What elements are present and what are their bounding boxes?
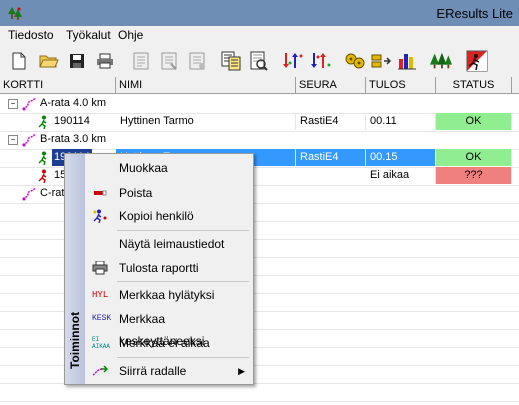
menu-item-siirra-radalle[interactable]: Siirrä radalle ▶ — [85, 360, 253, 382]
collapse-icon[interactable]: − — [8, 135, 18, 145]
collapse-icon[interactable]: − — [8, 99, 18, 109]
menu-item-merkkaa-keskeyttaneeksi[interactable]: KESK Merkkaa keskeyttäneeksi — [85, 308, 253, 348]
menu-separator — [117, 281, 249, 282]
menu-bar: Tiedosto Työkalut Ohje — [0, 26, 519, 44]
sort-icon[interactable] — [282, 50, 304, 72]
window-title: EResults Lite — [436, 6, 513, 21]
menu-item-muokkaa[interactable]: Muokkaa — [85, 157, 253, 179]
runner-icon[interactable] — [466, 50, 488, 72]
menu-item-merkkaa-ei-aikaa[interactable]: EI AIKAA Merkkaa ei aikaa — [85, 332, 253, 354]
cell-tulos[interactable]: 00.15 — [366, 149, 436, 166]
course-row-a[interactable]: − A-rata 4.0 km — [0, 95, 519, 114]
menu-item-nayta-leimaustiedot[interactable]: Näytä leimaustiedot — [85, 233, 253, 255]
menu-tiedosto[interactable]: Tiedosto — [8, 28, 54, 42]
copy-person-icon — [93, 209, 107, 223]
col-seura[interactable]: SEURA — [296, 77, 366, 93]
runner-ok-icon — [38, 115, 47, 129]
cell-nimi[interactable]: Hyttinen Tarmo — [116, 113, 296, 130]
cell-status[interactable]: OK — [436, 113, 512, 130]
runner-row[interactable]: 190114 Hyttinen Tarmo RastiE4 00.11 OK — [0, 113, 519, 132]
course-icon — [22, 97, 36, 111]
cell-status[interactable]: ??? — [436, 167, 512, 184]
menu-item-label: Merkkaa ei aikaa — [119, 336, 210, 350]
export-icon[interactable] — [158, 50, 180, 72]
col-tulos[interactable]: TULOS — [366, 77, 436, 93]
toolbar — [0, 44, 519, 78]
menu-tyokalut[interactable]: Työkalut — [66, 28, 111, 42]
col-nimi[interactable]: NIMI — [116, 77, 296, 93]
menu-separator — [117, 230, 249, 231]
menu-item-label: Muokkaa — [119, 161, 168, 175]
print-icon[interactable] — [94, 50, 116, 72]
open-icon[interactable] — [38, 50, 60, 72]
course-icon — [22, 133, 36, 147]
course-icon — [22, 187, 36, 201]
menu-item-label: Merkkaa hylätyksi — [119, 288, 215, 302]
title-bar[interactable]: EResults Lite — [0, 0, 519, 26]
printer-icon — [92, 261, 108, 275]
course-row-b[interactable]: − B-rata 3.0 km — [0, 131, 519, 150]
col-kortti[interactable]: KORTTI — [0, 77, 116, 93]
menu-item-label: Näytä leimaustiedot — [119, 237, 225, 251]
app-tree-icon — [8, 7, 22, 20]
ei-aikaa-icon: EI AIKAA — [92, 336, 111, 350]
menu-item-label: Siirrä radalle — [119, 364, 187, 378]
trees-icon[interactable] — [430, 50, 452, 72]
edit-icon[interactable] — [186, 50, 208, 72]
kesk-icon: KESK — [92, 314, 112, 323]
menu-item-label: Tulosta raportti — [119, 261, 199, 275]
bar-chart-icon[interactable] — [396, 50, 418, 72]
menu-item-kopioi[interactable]: Kopioi henkilö — [85, 205, 253, 227]
menu-item-merkkaa-hylatyksi[interactable]: HYL Merkkaa hylätyksi — [85, 284, 253, 306]
cell-tulos[interactable]: 00.11 — [366, 113, 436, 130]
cell-kortti: 190114 — [54, 115, 90, 127]
readout-icon[interactable] — [370, 50, 392, 72]
cell-seura[interactable]: RastiE4 — [296, 113, 366, 130]
empty-row — [0, 383, 519, 402]
course-label: A-rata 4.0 km — [40, 97, 107, 109]
menu-separator — [117, 357, 249, 358]
context-menu-sidebar: Toiminnot — [65, 154, 85, 384]
grid-header: KORTTI NIMI SEURA TULOS STATUS — [0, 77, 519, 94]
clock-icon[interactable] — [344, 50, 366, 72]
menu-item-label: Poista — [119, 186, 153, 200]
calculator-icon[interactable] — [220, 50, 242, 72]
col-status[interactable]: STATUS — [436, 77, 512, 93]
context-menu: Toiminnot Muokkaa Poista Kopioi henkilö … — [64, 153, 254, 385]
save-icon[interactable] — [66, 50, 88, 72]
context-menu-side-label: Toiminnot — [68, 311, 82, 369]
preview-icon[interactable] — [248, 50, 270, 72]
sort-down-icon[interactable] — [310, 50, 332, 72]
submenu-arrow-icon: ▶ — [238, 366, 245, 376]
import-icon[interactable] — [130, 50, 152, 72]
move-icon — [92, 365, 108, 376]
remove-icon — [94, 190, 107, 196]
runner-bad-icon — [38, 169, 47, 183]
course-label: B-rata 3.0 km — [40, 133, 107, 145]
runner-ok-icon — [38, 151, 47, 165]
hyl-icon: HYL — [92, 290, 109, 300]
menu-item-label: Kopioi henkilö — [119, 209, 194, 223]
app-window: EResults Lite Tiedosto Työkalut Ohje KOR… — [0, 0, 519, 405]
cell-tulos[interactable]: Ei aikaa — [366, 167, 436, 184]
menu-item-tulosta-raportti[interactable]: Tulosta raportti — [85, 257, 253, 279]
cell-status[interactable]: OK — [436, 149, 512, 166]
menu-item-poista[interactable]: Poista — [85, 182, 253, 204]
new-icon[interactable] — [8, 50, 30, 72]
menu-ohje[interactable]: Ohje — [118, 28, 143, 42]
col-filler — [512, 77, 519, 93]
cell-seura[interactable]: RastiE4 — [296, 149, 366, 166]
